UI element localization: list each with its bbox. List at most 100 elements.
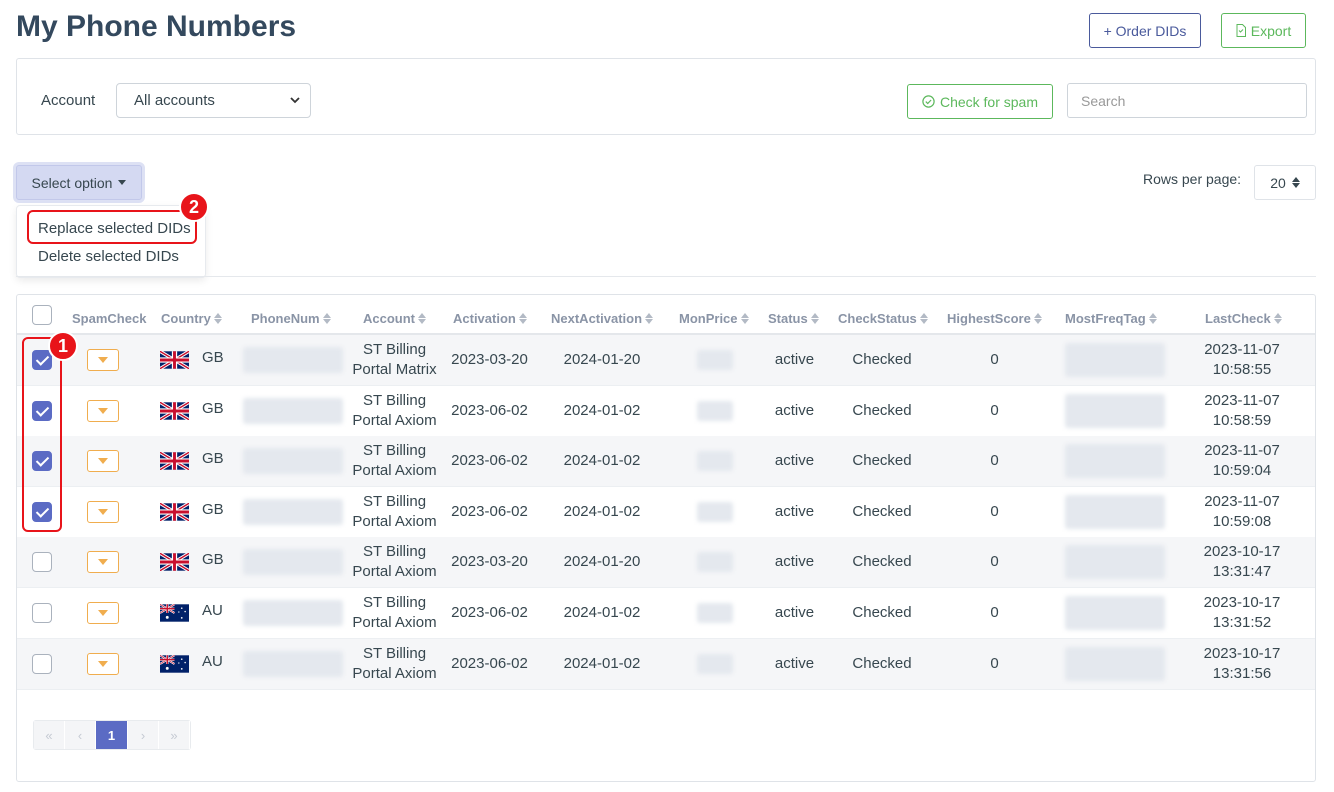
account-cell: ST Billing Portal Axiom <box>347 542 442 582</box>
last-check-date: 2023-11-07 <box>1204 442 1280 460</box>
spam-check-button[interactable] <box>87 450 119 473</box>
account-line-1: ST Billing <box>362 594 427 611</box>
last-check-time: 10:58:55 <box>1212 361 1272 378</box>
page-current-button[interactable]: 1 <box>96 721 128 749</box>
monprice-redacted <box>697 350 733 370</box>
page-first-button[interactable]: « <box>34 721 65 749</box>
last-check-cell: 2023-10-17 13:31:56 <box>1187 644 1297 684</box>
phone-number-redacted <box>243 549 343 576</box>
status-cell: active <box>774 604 815 621</box>
next-activation-cell: 2024-01-02 <box>563 502 641 520</box>
filter-panel: Account All accounts Check for spam Sear… <box>16 58 1316 135</box>
account-cell: ST Billing Portal Axiom <box>347 644 442 684</box>
last-check-cell: 2023-10-17 13:31:47 <box>1187 542 1297 582</box>
spam-check-button[interactable] <box>87 399 119 422</box>
page-next-button[interactable]: › <box>128 721 159 749</box>
col-country[interactable]: Country <box>161 311 222 326</box>
status-cell: active <box>774 502 815 520</box>
monprice-redacted <box>697 400 733 421</box>
col-phonenum[interactable]: PhoneNum <box>251 311 331 326</box>
filter-icon <box>98 508 108 515</box>
col-checkstatus[interactable]: CheckStatus <box>838 311 928 326</box>
mostfreqtag-redacted <box>1065 545 1165 580</box>
activation-cell: 2023-03-20 <box>451 553 528 571</box>
last-check-date: 2023-10-17 <box>1203 594 1281 611</box>
col-status[interactable]: Status <box>768 311 819 326</box>
menu-item-delete-selected-dids[interactable]: Delete selected DIDs <box>38 248 179 265</box>
sort-arrows-icon <box>1291 177 1300 188</box>
col-nextactivation-label: NextActivation <box>551 311 643 326</box>
account-line-2: Portal Matrix <box>352 361 437 378</box>
chevron-down-icon <box>290 97 300 104</box>
last-check-cell: 2023-11-07 10:58:59 <box>1187 391 1297 431</box>
highest-score-cell: 0 <box>990 401 999 419</box>
rows-per-page-select[interactable]: 20 <box>1254 165 1316 200</box>
phone-number-redacted <box>243 448 343 475</box>
highest-score-cell: 0 <box>990 351 999 368</box>
last-check-date: 2023-11-07 <box>1204 391 1280 409</box>
divider <box>16 276 1316 277</box>
flag-au-icon <box>159 654 189 673</box>
last-check-cell: 2023-10-17 13:31:52 <box>1187 593 1297 633</box>
row-checkbox[interactable] <box>32 653 52 674</box>
col-mostfreqtag-label: MostFreqTag <box>1065 311 1146 326</box>
flag-gb-icon <box>159 349 190 371</box>
account-line-1: ST Billing <box>362 492 427 510</box>
account-line-1: ST Billing <box>362 442 427 460</box>
activation-cell: 2023-06-02 <box>451 401 528 419</box>
spam-check-button[interactable] <box>87 500 119 523</box>
col-lastcheck[interactable]: LastCheck <box>1205 311 1282 326</box>
highest-score-cell: 0 <box>990 502 999 520</box>
step-badge-2: 2 <box>179 192 209 222</box>
col-mostfreqtag[interactable]: MostFreqTag <box>1065 311 1157 326</box>
col-account[interactable]: Account <box>363 311 426 326</box>
last-check-time: 10:59:08 <box>1212 512 1272 530</box>
highlight-replace-box <box>27 210 197 244</box>
search-input[interactable]: Search <box>1067 83 1307 118</box>
last-check-date: 2023-11-07 <box>1204 341 1280 358</box>
status-cell: active <box>774 654 815 672</box>
last-check-time: 10:58:59 <box>1212 411 1272 429</box>
row-checkbox[interactable] <box>32 603 52 623</box>
col-monprice[interactable]: MonPrice <box>679 311 749 326</box>
spam-check-button[interactable] <box>87 652 119 675</box>
last-check-date: 2023-10-17 <box>1203 644 1281 662</box>
page-last-button[interactable]: » <box>159 721 190 749</box>
col-account-label: Account <box>363 311 415 326</box>
order-dids-button[interactable]: + Order DIDs <box>1089 13 1201 48</box>
account-line-1: ST Billing <box>362 543 427 561</box>
export-label: Export <box>1250 22 1292 39</box>
sort-icon <box>1148 313 1157 324</box>
phone-number-redacted <box>243 650 343 677</box>
monprice-redacted <box>697 603 733 623</box>
check-status-cell: Checked <box>852 502 912 520</box>
mostfreqtag-redacted <box>1065 393 1165 428</box>
account-line-2: Portal Axiom <box>352 512 437 530</box>
select-all-checkbox[interactable] <box>32 305 52 325</box>
account-cell: ST Billing Portal Axiom <box>347 492 442 532</box>
monprice-redacted <box>697 653 733 674</box>
check-for-spam-button[interactable]: Check for spam <box>907 84 1053 119</box>
activation-cell: 2023-06-02 <box>451 604 528 621</box>
col-activation-label: Activation <box>453 311 516 326</box>
select-option-button[interactable]: Select option <box>16 165 142 200</box>
spam-check-button[interactable] <box>87 551 119 574</box>
highlight-checkbox-box <box>22 337 62 532</box>
export-button[interactable]: Export <box>1221 13 1306 48</box>
row-checkbox[interactable] <box>32 552 52 573</box>
spam-check-button[interactable] <box>87 602 119 624</box>
account-line-2: Portal Axiom <box>352 664 437 682</box>
account-select[interactable]: All accounts <box>116 83 311 118</box>
page-prev-button[interactable]: ‹ <box>65 721 96 749</box>
next-activation-cell: 2024-01-20 <box>563 553 641 571</box>
col-highestscore[interactable]: HighestScore <box>947 311 1042 326</box>
account-label: Account <box>41 92 96 109</box>
spam-check-button[interactable] <box>87 349 119 371</box>
select-option-label: Select option <box>31 174 113 191</box>
filter-icon <box>98 559 108 566</box>
col-nextactivation[interactable]: NextActivation <box>551 311 654 326</box>
flag-gb-icon <box>159 552 190 573</box>
col-activation[interactable]: Activation <box>453 311 527 326</box>
next-activation-cell: 2024-01-20 <box>563 351 641 368</box>
table-header: SpamCheck Country PhoneNum Account Activ… <box>17 295 1315 335</box>
